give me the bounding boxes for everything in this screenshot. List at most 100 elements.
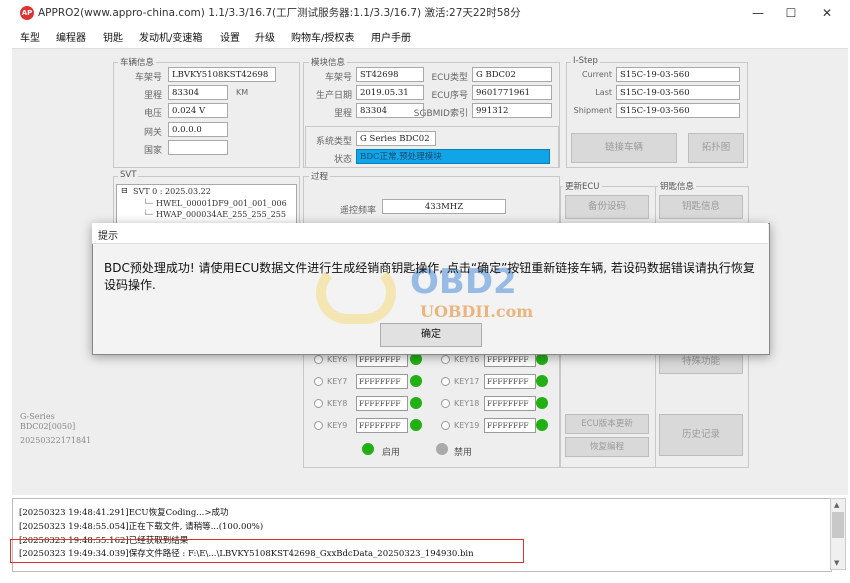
- vehicle-info-label: 车辆信息: [118, 56, 157, 68]
- history-button[interactable]: 历史记录: [659, 414, 743, 456]
- istep-last-field[interactable]: S15C-19-03-560: [616, 85, 740, 100]
- key-radio[interactable]: [441, 421, 450, 430]
- svt-tree-expander-icon[interactable]: ⊟: [121, 186, 128, 195]
- build-timestamp-text: 20250322171841: [20, 436, 92, 445]
- module-mileage-label: 里程: [333, 109, 352, 119]
- dialog-title: 提示: [98, 231, 118, 242]
- dialog-title-bar: [92, 223, 768, 244]
- key-enabled-indicator: [536, 419, 548, 431]
- country-field[interactable]: [168, 140, 228, 155]
- log-line: [20250323 19:48:55.054]正在下载文件, 请稍等...(10…: [19, 522, 264, 532]
- svt-tree-branch-icon: └─: [143, 210, 153, 219]
- key-label: KEY19: [454, 421, 480, 430]
- key-radio[interactable]: [314, 421, 323, 430]
- key-value-field[interactable]: FFFFFFFF: [484, 418, 536, 433]
- app-logo-icon: AP: [20, 6, 34, 20]
- topology-button[interactable]: 拓扑图: [688, 133, 744, 163]
- key-enabled-indicator: [410, 397, 422, 409]
- key-info-label: 钥匙信息: [658, 180, 697, 192]
- watermark-site: UOBDII.com: [420, 302, 534, 321]
- ecu-serial-field[interactable]: 9601771961: [472, 85, 552, 100]
- menu-upgrade[interactable]: 升级: [255, 29, 275, 44]
- prod-date-field[interactable]: 2019.05.31: [356, 85, 424, 100]
- svt-label: SVT: [118, 170, 139, 180]
- module-vin-field[interactable]: ST42698: [356, 67, 424, 82]
- log-line: [20250323 19:48:41.291]ECU恢复Coding...>成功: [19, 508, 229, 518]
- voltage-field[interactable]: 0.024 V: [168, 103, 228, 118]
- svt-tree-item[interactable]: HWAP_000034AE_255_255_255: [156, 210, 286, 219]
- status-field: BDC正常,预处理模块: [356, 149, 550, 164]
- istep-shipment-label: Shipment: [573, 106, 612, 115]
- key-value-field[interactable]: FFFFFFFF: [356, 418, 408, 433]
- menu-bar: [0, 26, 850, 46]
- key-label: KEY6: [327, 355, 348, 364]
- svt-tree-branch-icon: └─: [143, 199, 153, 208]
- vin-label: 车架号: [134, 73, 162, 83]
- highlight-box: [10, 539, 524, 563]
- mileage-label: 里程: [143, 91, 162, 101]
- connect-vehicle-button[interactable]: 链接车辆: [571, 133, 677, 163]
- menu-cart-license[interactable]: 购物车/授权表: [291, 29, 354, 44]
- mileage-unit: KM: [236, 88, 249, 97]
- remote-freq-label: 遥控频率: [339, 206, 376, 216]
- menu-user-manual[interactable]: 用户手册: [371, 29, 411, 44]
- mileage-field[interactable]: 83304: [168, 85, 228, 100]
- module-vin-label: 车架号: [324, 73, 352, 83]
- key-label: KEY18: [454, 399, 480, 408]
- dialog-message: BDC预处理成功! 请使用ECU数据文件进行生成经销商钥匙操作, 点击“确定”按…: [104, 261, 755, 292]
- key-label: KEY17: [454, 377, 480, 386]
- key-radio[interactable]: [314, 355, 323, 364]
- istep-last-label: Last: [595, 88, 612, 97]
- menu-key[interactable]: 钥匙: [103, 29, 123, 44]
- key-radio[interactable]: [441, 399, 450, 408]
- voltage-label: 电压: [143, 109, 162, 119]
- sgbmid-field[interactable]: 991312: [472, 103, 552, 118]
- series-text: G-Series: [20, 412, 55, 421]
- vin-field[interactable]: LBVKY5108KST42698: [168, 67, 276, 82]
- key-value-field[interactable]: FFFFFFFF: [356, 396, 408, 411]
- restore-coding-button[interactable]: 恢复编程: [565, 437, 649, 457]
- module-code-text: BDC02[0050]: [20, 422, 76, 431]
- menu-programmer[interactable]: 编程器: [56, 29, 86, 44]
- key-label: KEY8: [327, 399, 348, 408]
- key-radio[interactable]: [441, 377, 450, 386]
- menu-engine-gearbox[interactable]: 发动机/变速箱: [139, 29, 202, 44]
- key-value-field[interactable]: FFFFFFFF: [484, 396, 536, 411]
- gateway-field[interactable]: 0.0.0.0: [168, 122, 228, 137]
- key-enabled-indicator: [410, 419, 422, 431]
- key-value-field[interactable]: FFFFFFFF: [356, 374, 408, 389]
- country-label: 国家: [143, 146, 162, 156]
- scroll-up-icon[interactable]: ▲: [834, 501, 839, 509]
- remote-freq-field[interactable]: 433MHZ: [382, 199, 506, 214]
- key-radio[interactable]: [441, 355, 450, 364]
- system-type-field[interactable]: G Series BDC02: [356, 131, 436, 146]
- menu-settings[interactable]: 设置: [220, 29, 240, 44]
- key-info-button[interactable]: 钥匙信息: [659, 195, 743, 219]
- svt-tree-root[interactable]: SVT 0 : 2025.03.22: [133, 187, 211, 196]
- ecu-type-field[interactable]: G BDC02: [472, 67, 552, 82]
- svt-tree-item[interactable]: HWEL_00001DF9_001_001_006: [156, 199, 287, 208]
- maximize-button[interactable]: ☐: [779, 3, 803, 23]
- backup-coding-button[interactable]: 备份设码: [565, 195, 649, 219]
- istep-current-field[interactable]: S15C-19-03-560: [616, 67, 740, 82]
- key-label: KEY9: [327, 421, 348, 430]
- scroll-thumb[interactable]: [832, 512, 844, 538]
- istep-label: I-Step: [571, 56, 600, 66]
- enabled-legend-icon: [362, 443, 374, 455]
- key-value-field[interactable]: FFFFFFFF: [484, 374, 536, 389]
- sgbmid-label: SGBMID索引: [413, 109, 468, 119]
- key-enabled-indicator: [536, 375, 548, 387]
- minimize-button[interactable]: —: [746, 3, 770, 23]
- key-label: KEY16: [454, 355, 480, 364]
- istep-current-label: Current: [581, 70, 612, 79]
- ecu-version-update-button[interactable]: ECU版本更新: [565, 414, 649, 434]
- key-enabled-indicator: [536, 397, 548, 409]
- istep-shipment-field[interactable]: S15C-19-03-560: [616, 103, 740, 118]
- close-button[interactable]: ✕: [815, 3, 839, 23]
- key-radio[interactable]: [314, 377, 323, 386]
- menu-vehicle-type[interactable]: 车型: [20, 29, 40, 44]
- scroll-down-icon[interactable]: ▼: [834, 559, 839, 567]
- module-info-label: 模块信息: [309, 56, 348, 68]
- ok-button[interactable]: 确定: [380, 323, 482, 347]
- key-radio[interactable]: [314, 399, 323, 408]
